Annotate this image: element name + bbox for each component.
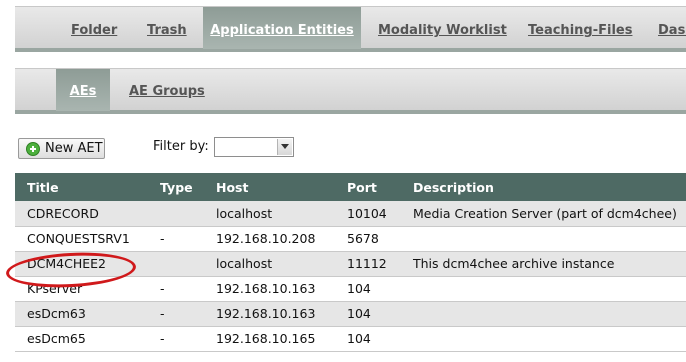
cell-title[interactable]: KPserver <box>15 276 148 302</box>
table-row[interactable]: esDcm63 - 192.168.10.163 104 <box>15 301 686 327</box>
tab-trash[interactable]: Trash <box>147 7 187 49</box>
cell-type: - <box>148 226 204 252</box>
cell-port: 104 <box>335 301 401 327</box>
cell-description <box>401 276 686 302</box>
column-header-port[interactable]: Port <box>335 173 401 201</box>
tab-aes[interactable]: AEs <box>56 69 110 111</box>
filter-select[interactable] <box>214 137 294 157</box>
chevron-down-icon[interactable] <box>277 139 292 155</box>
tab-dashboard[interactable]: Dasl <box>658 7 686 49</box>
tab-folder[interactable]: Folder <box>71 7 117 49</box>
table-row[interactable]: KPserver - 192.168.10.163 104 <box>15 276 686 302</box>
tab-application-entities[interactable]: Application Entities <box>203 7 361 49</box>
new-aet-button[interactable]: New AET <box>18 138 105 159</box>
column-header-title[interactable]: Title <box>15 173 148 201</box>
cell-title[interactable]: esDcm63 <box>15 301 148 327</box>
plus-circle-icon <box>26 142 40 156</box>
cell-host: 192.168.10.163 <box>204 276 335 302</box>
table-row[interactable]: CDRECORD localhost 10104 Media Creation … <box>15 201 686 227</box>
cell-port: 5678 <box>335 226 401 252</box>
cell-host: 192.168.10.208 <box>204 226 335 252</box>
cell-port: 10104 <box>335 201 401 227</box>
ae-table: Title Type Host Port Description CDRECOR… <box>15 173 686 352</box>
table-row[interactable]: esDcm65 - 192.168.10.165 104 <box>15 326 686 352</box>
cell-description <box>401 226 686 252</box>
main-tab-bar: Folder Trash Application Entities Modali… <box>15 6 686 52</box>
tab-teaching-files[interactable]: Teaching-Files <box>528 7 632 49</box>
cell-title[interactable]: CDRECORD <box>15 201 148 227</box>
cell-title[interactable]: DCM4CHEE2 <box>15 251 148 277</box>
cell-host: 192.168.10.163 <box>204 301 335 327</box>
cell-description <box>401 326 686 352</box>
new-aet-label: New AET <box>45 141 103 156</box>
tab-modality-worklist[interactable]: Modality Worklist <box>378 7 507 49</box>
table-row[interactable]: CONQUESTSRV1 - 192.168.10.208 5678 <box>15 226 686 252</box>
column-header-host[interactable]: Host <box>204 173 335 201</box>
tab-ae-groups[interactable]: AE Groups <box>129 69 205 111</box>
table-row[interactable]: DCM4CHEE2 localhost 11112 This dcm4chee … <box>15 251 686 277</box>
cell-title[interactable]: esDcm65 <box>15 326 148 352</box>
cell-type: - <box>148 276 204 302</box>
sub-tab-bar: AEs AE Groups <box>15 68 686 114</box>
cell-title[interactable]: CONQUESTSRV1 <box>15 226 148 252</box>
cell-type: - <box>148 301 204 327</box>
cell-type: - <box>148 326 204 352</box>
table-header-row: Title Type Host Port Description <box>15 173 686 201</box>
filter-label: Filter by: <box>153 139 209 154</box>
cell-host: 192.168.10.165 <box>204 326 335 352</box>
column-header-description[interactable]: Description <box>401 173 686 201</box>
cell-host: localhost <box>204 251 335 277</box>
cell-description: Media Creation Server (part of dcm4chee) <box>401 201 686 227</box>
cell-port: 11112 <box>335 251 401 277</box>
cell-port: 104 <box>335 326 401 352</box>
cell-type <box>148 251 204 277</box>
cell-type <box>148 201 204 227</box>
cell-port: 104 <box>335 276 401 302</box>
cell-host: localhost <box>204 201 335 227</box>
cell-description <box>401 301 686 327</box>
cell-description: This dcm4chee archive instance <box>401 251 686 277</box>
column-header-type[interactable]: Type <box>148 173 204 201</box>
